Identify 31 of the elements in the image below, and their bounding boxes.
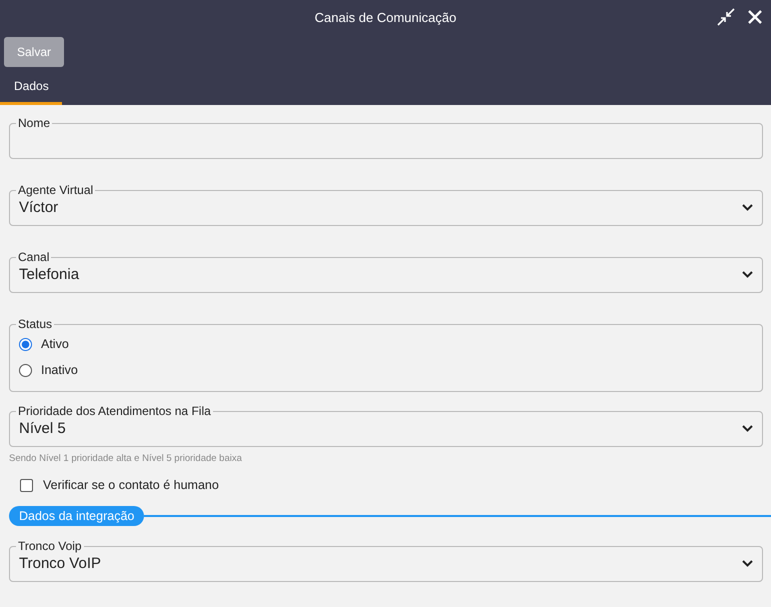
select-field[interactable]: Canal Telefonia: [9, 250, 763, 293]
select-field[interactable]: Prioridade dos Atendimentos na Fila Nível 5: [9, 404, 763, 447]
close-icon[interactable]: [747, 9, 763, 25]
checkbox-label: Verificar se o contato é humano: [43, 478, 219, 492]
field-hint: Sendo Nível 1 prioridade alta e Nível 5 prioridade baixa: [9, 453, 243, 464]
chevron-down-icon: [742, 560, 753, 566]
window-title: Canais de Comunicação: [314, 10, 456, 24]
select-field[interactable]: Agente Virtual Víctor: [9, 183, 763, 226]
chevron-down-icon: [742, 424, 753, 432]
select-value: Telefonia: [19, 266, 80, 282]
field-label: Canal: [17, 250, 50, 264]
tab[interactable]: Dados: [0, 79, 62, 105]
select-value: Nível 5: [19, 420, 66, 436]
radio-button[interactable]: [19, 338, 32, 350]
field-label: Tronco Voip: [17, 539, 83, 553]
chevron-down-icon: [742, 270, 753, 278]
select-field[interactable]: Tronco Voip Tronco VoIP: [9, 539, 763, 582]
chevron-down-icon: [742, 204, 753, 210]
minimize-icon[interactable]: [717, 8, 735, 26]
radio-label: Inativo: [41, 363, 78, 377]
field-label: Status: [17, 317, 54, 331]
select-value: Víctor: [19, 198, 58, 216]
text-field[interactable]: Nome: [9, 116, 763, 159]
select-value: Tronco VoIP: [19, 554, 101, 572]
section-label: Dados da integração: [9, 506, 144, 526]
field-label: Agente Virtual: [17, 183, 94, 197]
field-label: Prioridade dos Atendimentos na Fila: [17, 404, 212, 418]
radio-label: Ativo: [41, 337, 69, 351]
field-label: Nome: [17, 116, 52, 130]
checkbox[interactable]: [20, 478, 33, 492]
radio-button[interactable]: [19, 364, 32, 376]
